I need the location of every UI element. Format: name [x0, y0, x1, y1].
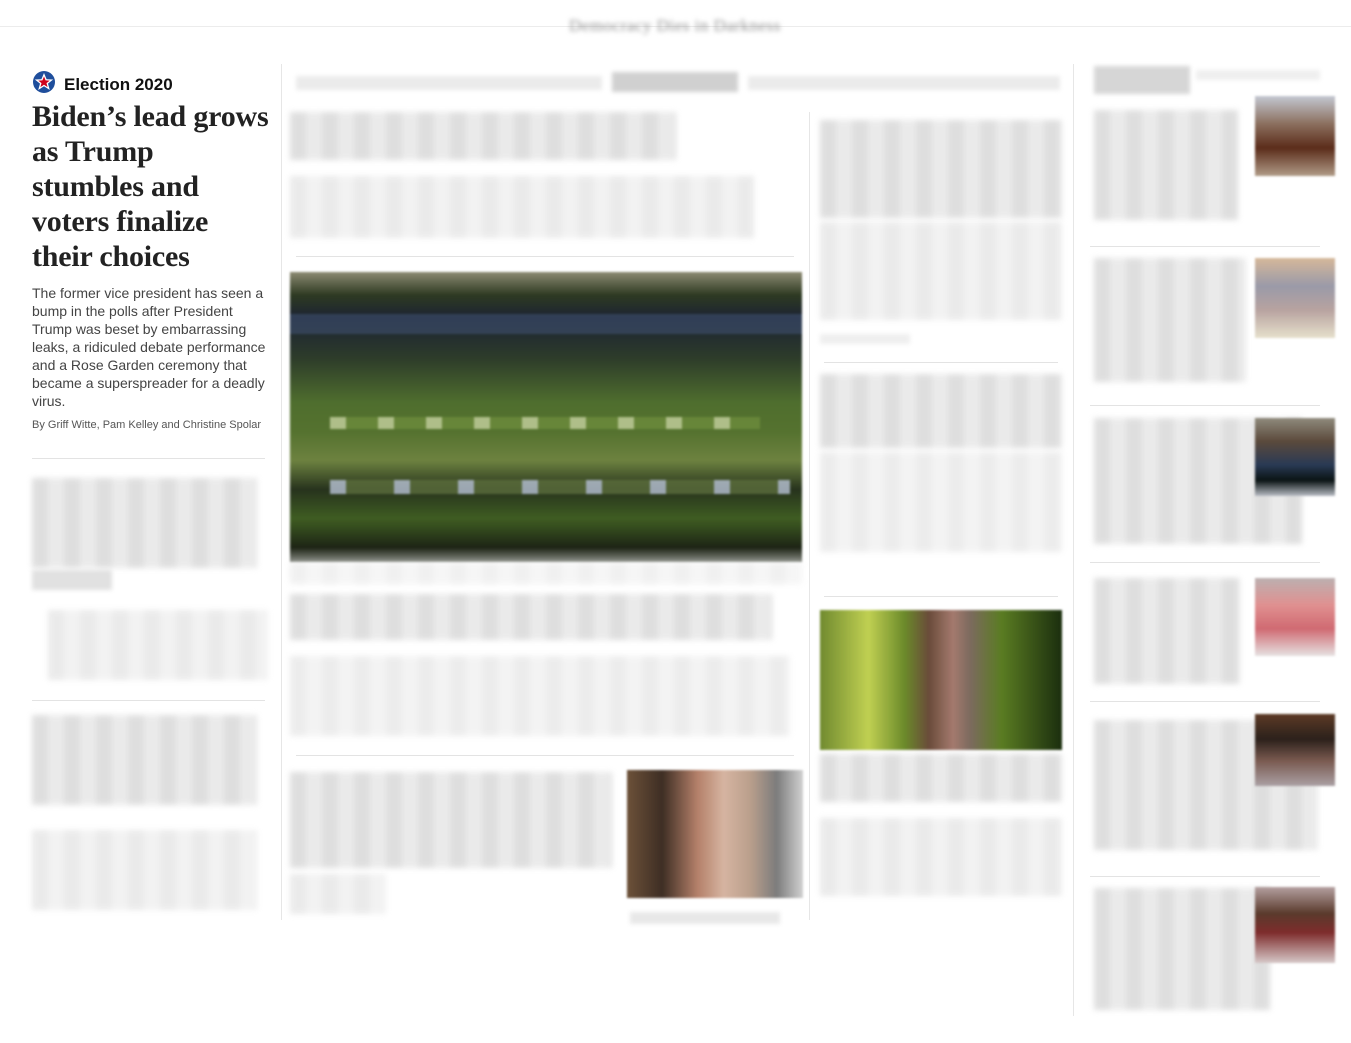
right-story-5-thumbnail[interactable]	[1255, 714, 1335, 786]
right-story-1-text[interactable]	[1094, 110, 1238, 220]
center-story-2-blurb	[290, 656, 790, 736]
right-story-4-text[interactable]	[1094, 578, 1240, 684]
left-story-2-blurb	[48, 610, 268, 680]
col3-story-3-image[interactable]	[820, 610, 1062, 750]
center-story-3-blurb	[290, 874, 386, 914]
col3-story-1-blurb	[820, 222, 1062, 320]
right-story-3-thumbnail[interactable]	[1255, 418, 1335, 496]
column-rule-3	[1073, 64, 1074, 1016]
col3-divider-2	[824, 596, 1058, 597]
center-story-blurb	[290, 176, 754, 238]
col3-story-3-headline[interactable]	[820, 754, 1062, 802]
right-story-2-text[interactable]	[1094, 258, 1246, 382]
center-main-image[interactable]	[290, 272, 802, 562]
center-image-caption	[290, 562, 802, 584]
center-story-headline[interactable]	[290, 112, 676, 160]
right-story-2-thumbnail[interactable]	[1255, 258, 1335, 338]
left-column-divider-1	[32, 458, 265, 459]
lead-byline[interactable]: By Griff Witte, Pam Kelley and Christine…	[32, 419, 272, 431]
right-divider-2	[1090, 405, 1320, 406]
col3-story-1-headline[interactable]	[820, 120, 1062, 218]
left-story-3-blurb	[32, 830, 257, 910]
col3-story-1-meta	[820, 334, 910, 344]
col3-divider-1	[824, 362, 1058, 363]
center-story-3-thumbnail[interactable]	[627, 770, 803, 898]
right-divider-4	[1090, 701, 1320, 702]
right-divider-3	[1090, 562, 1320, 563]
col3-story-2-blurb	[820, 452, 1062, 552]
left-story-2-line	[32, 570, 112, 590]
right-story-1-thumbnail[interactable]	[1255, 96, 1335, 176]
center-header-rule-left	[296, 76, 602, 90]
right-story-6-text[interactable]	[1094, 888, 1270, 1010]
right-rail-header-rule	[1196, 70, 1320, 80]
right-divider-5	[1090, 876, 1320, 877]
center-divider-1	[296, 256, 794, 257]
center-section-label[interactable]	[612, 72, 738, 92]
kicker-label: Election 2020	[64, 74, 173, 94]
right-divider-1	[1090, 246, 1320, 247]
center-story-3-credit	[630, 912, 780, 924]
column-rule-1	[281, 64, 282, 920]
center-divider-2	[296, 755, 794, 756]
left-story-2-headline[interactable]	[32, 478, 257, 568]
masthead-tagline: Democracy Dies in Darkness	[569, 16, 781, 35]
column-rule-2	[809, 112, 810, 920]
right-story-6-thumbnail[interactable]	[1255, 887, 1335, 963]
left-column-divider-2	[32, 700, 265, 701]
lead-blurb: The former vice president has seen a bum…	[32, 285, 266, 409]
center-header-rule-right	[748, 76, 1060, 90]
center-story-3-headline[interactable]	[290, 772, 612, 868]
election-star-icon	[32, 70, 56, 99]
col3-story-3-blurb	[820, 818, 1062, 896]
col3-story-2-headline[interactable]	[820, 374, 1062, 448]
right-rail-section-label[interactable]	[1094, 66, 1190, 94]
lead-headline[interactable]: Biden’s lead grows as Trump stumbles and…	[32, 99, 272, 274]
right-story-4-thumbnail[interactable]	[1255, 578, 1335, 656]
section-kicker[interactable]: Election 2020	[32, 70, 173, 99]
center-story-2-headline[interactable]	[290, 594, 772, 640]
left-story-3-headline[interactable]	[32, 715, 257, 805]
